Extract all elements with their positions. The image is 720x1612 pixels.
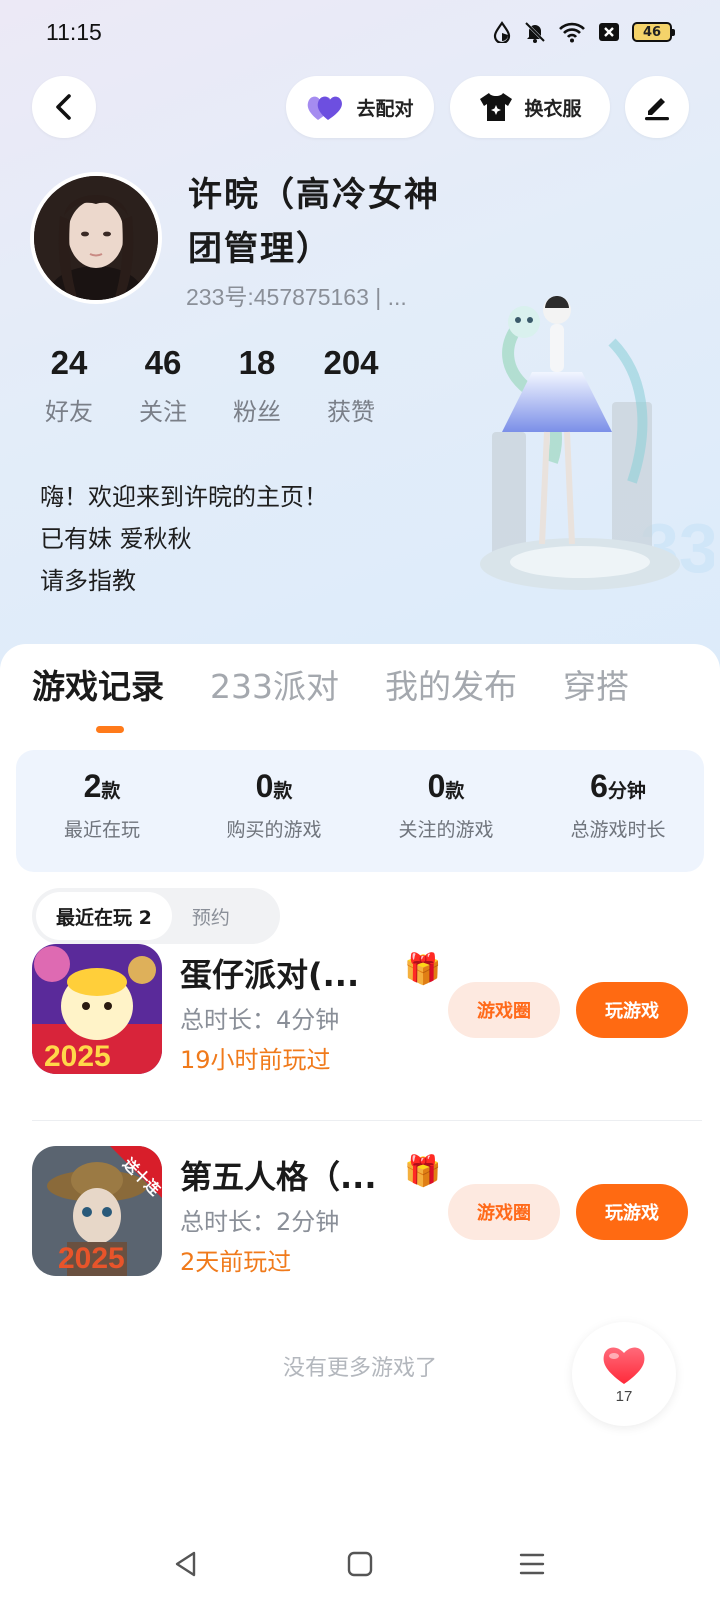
- game-circle-button[interactable]: 游戏圈: [448, 1184, 560, 1240]
- tab-indicator: [96, 726, 124, 733]
- sim-off-icon: [599, 23, 619, 41]
- summary-value: 0: [255, 768, 274, 804]
- summary-label: 最近在玩: [63, 819, 140, 841]
- summary-unit: 款: [445, 780, 465, 802]
- gift-icon[interactable]: 🎁: [404, 952, 441, 987]
- summary-label: 总游戏时长: [570, 819, 666, 841]
- game-item[interactable]: 送十连 2025 第五人格（... 🎁 总时长：2分钟 2天前玩过 游戏圈 玩游…: [32, 1120, 692, 1276]
- game-duration: 总时长：4分钟: [180, 1006, 340, 1034]
- wifi-icon: [559, 22, 585, 43]
- stat-label: 粉丝: [233, 398, 281, 426]
- game-item[interactable]: 2025 蛋仔派对(... 🎁 总时长：4分钟 19小时前玩过 游戏圈 玩游戏: [32, 944, 692, 1074]
- edit-profile-button[interactable]: [625, 76, 689, 138]
- user-id[interactable]: 233号:457875163 | ...: [186, 278, 407, 312]
- system-nav-bar: [0, 1540, 720, 1600]
- status-time: 11:15: [46, 18, 102, 45]
- stat-label: 关注: [139, 398, 187, 426]
- bio-line: 已有妹 爱秋秋: [40, 525, 192, 553]
- user-name: 许晥（高冷女神团管理）: [188, 175, 440, 269]
- double-heart-icon: [308, 96, 343, 120]
- pair-button[interactable]: 去配对: [286, 76, 434, 138]
- battery-icon: 46: [632, 22, 675, 42]
- bio-line: 嗨！欢迎来到许晥的主页！: [40, 483, 328, 511]
- change-outfit-button[interactable]: 换衣服: [450, 76, 610, 138]
- bio: 嗨！欢迎来到许晥的主页！ 已有妹 爱秋秋 请多指教: [40, 476, 440, 602]
- summary-unit: 款: [101, 780, 121, 802]
- bio-line: 请多指教: [40, 567, 136, 595]
- summary-followed[interactable]: 0款 关注的游戏: [360, 750, 532, 872]
- avatar[interactable]: [30, 172, 162, 304]
- chevron-left-icon: [56, 94, 71, 120]
- pair-label: 去配对: [356, 97, 414, 120]
- stat-value: 46: [144, 344, 182, 381]
- stat-fans[interactable]: 18 粉丝: [212, 344, 302, 427]
- character-avatar[interactable]: 33: [462, 282, 718, 600]
- data-saver-icon: [493, 21, 511, 43]
- game-icon-identity-v[interactable]: 送十连 2025: [32, 1146, 162, 1276]
- filter-reserve[interactable]: 预约: [172, 892, 250, 940]
- profile-tabs: 游戏记录 233派对 我的发布 穿搭: [32, 660, 675, 708]
- summary-unit: 分钟: [607, 780, 646, 802]
- battery-level: 46: [642, 24, 662, 40]
- play-game-button[interactable]: 玩游戏: [576, 1184, 688, 1240]
- nav-back-icon[interactable]: [172, 1550, 200, 1578]
- status-bar: 11:15 46: [0, 0, 720, 64]
- game-icon-eggy-party[interactable]: 2025: [32, 944, 162, 1074]
- stat-friends[interactable]: 24 好友: [24, 344, 114, 427]
- avatar-portrait: [34, 176, 158, 300]
- play-game-button[interactable]: 玩游戏: [576, 982, 688, 1038]
- dress-label: 换衣服: [524, 97, 582, 120]
- game-icon-text: 2025: [58, 1242, 125, 1275]
- pencil-icon: [645, 98, 669, 121]
- gift-icon[interactable]: 🎁: [404, 1154, 441, 1189]
- stat-likes[interactable]: 204 获赞: [306, 344, 396, 427]
- summary-label: 关注的游戏: [398, 819, 494, 841]
- shirt-icon: [480, 93, 513, 121]
- stat-label: 获赞: [327, 398, 375, 426]
- status-icons: 46: [492, 21, 675, 43]
- back-button[interactable]: [32, 76, 96, 138]
- filter-recent[interactable]: 最近在玩 2: [36, 892, 172, 940]
- game-last-played: 19小时前玩过: [180, 1046, 331, 1074]
- game-title: 蛋仔派对(...: [180, 956, 360, 994]
- game-summary: 2款 最近在玩 0款 购买的游戏 0款 关注的游戏 6分钟 总游戏时长: [16, 750, 704, 872]
- game-duration: 总时长：2分钟: [180, 1208, 340, 1236]
- tab-outfits[interactable]: 穿搭: [563, 660, 629, 708]
- game-circle-button[interactable]: 游戏圈: [448, 982, 560, 1038]
- summary-value: 6: [590, 768, 608, 804]
- game-icon-text: 2025: [44, 1040, 111, 1073]
- stat-label: 好友: [45, 398, 93, 426]
- heart-icon: [603, 1346, 645, 1384]
- stat-value: 18: [238, 344, 276, 381]
- mute-icon: [524, 21, 546, 43]
- tab-game-records[interactable]: 游戏记录: [32, 660, 164, 708]
- game-filter: 最近在玩 2 预约: [32, 888, 280, 944]
- game-last-played: 2天前玩过: [180, 1248, 292, 1276]
- tab-233-party[interactable]: 233派对: [210, 660, 339, 708]
- stat-value: 204: [323, 344, 379, 381]
- summary-recent[interactable]: 2款 最近在玩: [16, 750, 188, 872]
- summary-value: 0: [427, 768, 446, 804]
- nav-menu-icon[interactable]: [518, 1550, 546, 1578]
- stat-value: 24: [50, 344, 88, 381]
- summary-value: 2: [83, 768, 102, 804]
- game-title: 第五人格（...: [180, 1158, 377, 1196]
- summary-unit: 款: [273, 780, 293, 802]
- like-count: 17: [615, 1387, 633, 1405]
- tab-my-posts[interactable]: 我的发布: [385, 660, 517, 708]
- summary-label: 购买的游戏: [226, 819, 322, 841]
- summary-total-time[interactable]: 6分钟 总游戏时长: [532, 750, 704, 872]
- nav-home-icon[interactable]: [346, 1550, 374, 1578]
- like-button[interactable]: 17: [572, 1322, 676, 1426]
- summary-purchased[interactable]: 0款 购买的游戏: [188, 750, 360, 872]
- stat-following[interactable]: 46 关注: [118, 344, 208, 427]
